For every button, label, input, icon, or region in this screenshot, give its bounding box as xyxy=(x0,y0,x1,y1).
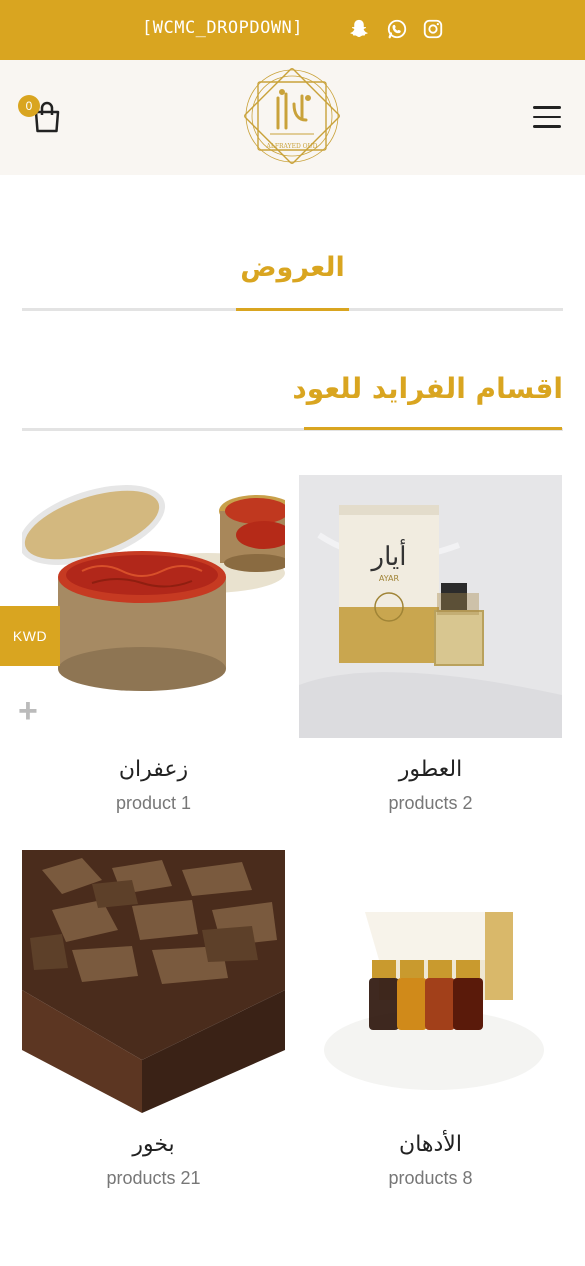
instagram-icon[interactable] xyxy=(422,18,444,40)
top-bar: [WCMC_DROPDOWN] xyxy=(0,0,585,60)
category-card-incense[interactable]: بخور products 21 xyxy=(22,850,285,1188)
category-name[interactable]: الأدهان xyxy=(299,1132,562,1157)
cart-count-badge: 0 xyxy=(18,95,40,117)
snapchat-icon[interactable] xyxy=(348,18,370,40)
category-name[interactable]: بخور xyxy=(22,1132,285,1157)
alfrayed-oud-logo[interactable]: ALFRAYED OUD xyxy=(242,68,342,166)
category-count: products 21 xyxy=(106,1168,201,1188)
whatsapp-icon[interactable] xyxy=(386,18,408,40)
category-card-oils[interactable]: الأدهان products 8 xyxy=(299,850,562,1188)
category-card-perfumes[interactable]: أيار AYAR العطور products 2 xyxy=(299,475,562,813)
perfumes-image[interactable]: أيار AYAR xyxy=(299,475,562,738)
categories-divider-accent xyxy=(304,427,562,430)
saffron-image[interactable] xyxy=(22,475,285,738)
category-count: products 8 xyxy=(388,1168,473,1188)
category-card-saffron[interactable]: زعفران product 1 xyxy=(22,475,285,813)
offers-divider-accent xyxy=(236,308,349,311)
currency-switcher-tab[interactable]: KWD xyxy=(0,606,60,666)
oils-image[interactable] xyxy=(299,850,562,1113)
plus-icon[interactable]: + xyxy=(18,694,38,728)
svg-text:AYAR: AYAR xyxy=(379,574,400,583)
categories-section-title: اقسام الفرايد للعود xyxy=(292,372,563,405)
category-count: products 2 xyxy=(388,793,473,813)
offers-section-title: العروض xyxy=(240,252,345,283)
category-count: product 1 xyxy=(115,793,192,813)
svg-text:أيار: أيار xyxy=(370,538,407,572)
category-name[interactable]: زعفران xyxy=(22,757,285,782)
incense-image[interactable] xyxy=(22,850,285,1113)
currency-dropdown[interactable]: [WCMC_DROPDOWN] xyxy=(142,18,303,38)
category-name[interactable]: العطور xyxy=(299,757,562,782)
hamburger-menu-icon[interactable] xyxy=(533,106,561,130)
logo-text: ALFRAYED OUD xyxy=(266,143,318,150)
